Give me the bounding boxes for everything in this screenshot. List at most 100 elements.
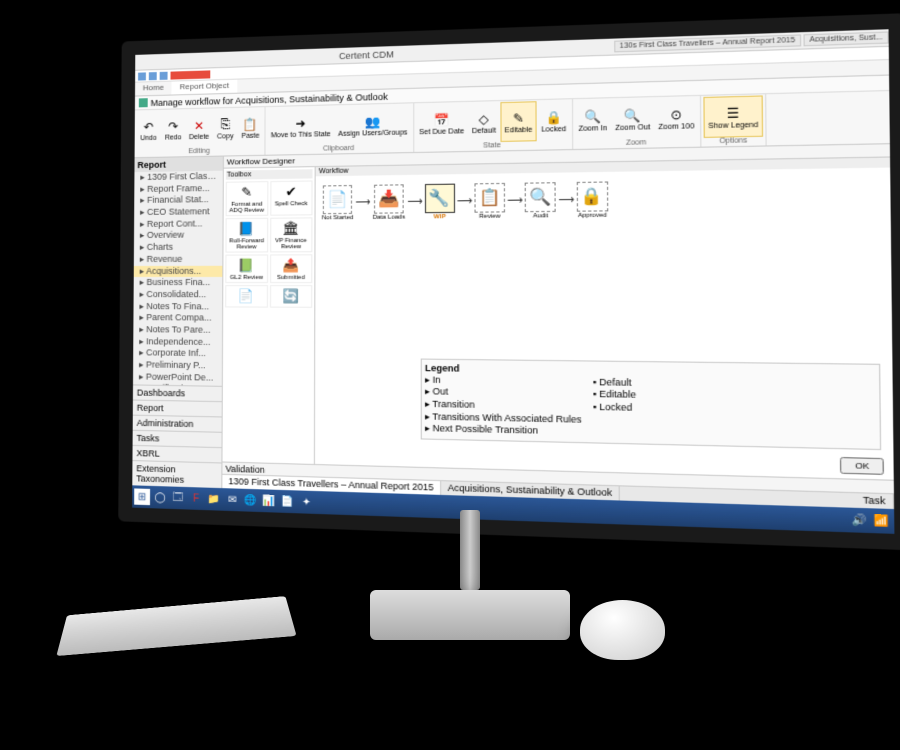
qat-icon[interactable] (160, 71, 168, 79)
tree-item[interactable]: ▸ Notes To Fina... (133, 301, 222, 313)
workflow-icon (139, 98, 148, 107)
tree-item[interactable]: ▸ Consolidated... (134, 289, 223, 301)
show-legend-button[interactable]: ☰Show Legend (703, 95, 762, 138)
locked-button[interactable]: 🔒Locked (538, 100, 570, 141)
transition-arrow: ⟶ (356, 197, 371, 209)
toolbox-item[interactable]: 🔄 (269, 285, 312, 308)
state-icon: 📋 (475, 183, 506, 213)
tree-item[interactable]: ▸ 1309 First Class Tr... (134, 171, 222, 184)
toolbox-item[interactable]: 📘Roll-Forward Review (225, 218, 267, 253)
toolbox-icon: 🔄 (282, 287, 301, 306)
tree-item[interactable]: ▸ Acquisitions... (134, 265, 223, 277)
tree-item[interactable]: ▸ Report Frame... (134, 182, 222, 195)
editable-button[interactable]: ✎Editable (500, 101, 537, 142)
toolbox-icon: 📘 (237, 220, 255, 238)
start-button[interactable]: ⊞ (134, 488, 150, 505)
legend-icon: ☰ (724, 104, 743, 122)
lock-icon: 🔒 (545, 108, 563, 125)
paste-button[interactable]: 📋Paste (238, 108, 262, 147)
nav-header: Report (134, 157, 222, 173)
ribbon-tab-report-object[interactable]: Report Object (172, 80, 237, 95)
delete-button[interactable]: ✕Delete (186, 109, 212, 148)
move-icon: ➜ (292, 115, 309, 132)
document-tab[interactable]: Acquisitions, Sust... (803, 31, 888, 46)
tree-item[interactable]: ▸ Notes To Pare... (133, 324, 222, 336)
workflow-state[interactable]: 📥Data Loads (373, 184, 405, 221)
tree-item[interactable]: ▸ Financial Stat... (134, 194, 222, 207)
tree-item[interactable]: ▸ CEO Statement (134, 206, 223, 219)
tree-item[interactable]: ▸ Business Fina... (134, 277, 223, 289)
state-icon: 📄 (323, 185, 352, 214)
qat-icon[interactable] (149, 72, 157, 80)
ok-button[interactable]: OK (840, 457, 883, 475)
taskbar-icon[interactable]: 🗔 (170, 490, 186, 507)
redo-button[interactable]: ↷Redo (161, 110, 185, 149)
taskbar-icon[interactable]: 📁 (206, 491, 222, 508)
toolbox-item[interactable]: 📗GL2 Review (225, 254, 267, 283)
workflow-state[interactable]: 🔍Audit (525, 182, 556, 219)
tree-item[interactable]: ▸ Charts (134, 242, 223, 254)
tree-item[interactable]: ▸ Parent Compa... (133, 312, 222, 324)
ribbon-tab-home[interactable]: Home (135, 82, 172, 96)
qat-highlight[interactable] (170, 70, 210, 79)
transition-arrow: ⟶ (407, 197, 422, 209)
zoom-in-icon: 🔍 (584, 108, 602, 125)
state-icon: 🔍 (525, 182, 556, 212)
default-icon: ◇ (475, 110, 492, 127)
nav-section[interactable]: Extension Taxonomies (132, 460, 221, 488)
undo-button[interactable]: ↶Undo (137, 111, 161, 149)
toolbox-icon: 📗 (237, 257, 255, 275)
toolbox-item[interactable]: 📄 (225, 285, 267, 308)
transition-arrow: ⟶ (507, 195, 523, 207)
qat-icon[interactable] (138, 72, 146, 80)
nav-section[interactable]: Report (133, 400, 222, 417)
taskbar-icon[interactable]: F (188, 490, 204, 507)
edit-icon: ✎ (510, 109, 528, 126)
tree-item[interactable]: ▸ Corporate Inf... (133, 348, 222, 361)
toolbox-item[interactable]: ✔Spell Check (270, 180, 313, 215)
report-tree[interactable]: ▸ 1309 First Class Tr...▸ Report Frame..… (133, 171, 223, 386)
workflow-state[interactable]: 📋Review (475, 183, 506, 220)
mouse (580, 600, 665, 660)
default-button[interactable]: ◇Default (469, 102, 500, 142)
taskbar-icon[interactable]: 🌐 (243, 492, 259, 509)
move-state-button[interactable]: ➜Move to This State (268, 106, 334, 146)
workflow-canvas[interactable]: Workflow 📄Not Started⟶📥Data Loads⟶🔧WIP⟶📋… (315, 158, 894, 480)
tree-item[interactable]: ▸ Report Cont... (134, 218, 223, 230)
taskbar-icon[interactable]: ✉ (224, 491, 240, 508)
taskbar-icon[interactable]: 📄 (280, 493, 297, 510)
toolbox-item[interactable]: ✎Format and ADQ Review (226, 181, 268, 216)
undo-icon: ↶ (141, 118, 157, 134)
tray-icon[interactable]: 🔊 (850, 511, 870, 530)
state-icon: 🔒 (576, 181, 608, 211)
tree-item[interactable]: ▸ Independence... (133, 336, 222, 349)
tree-item[interactable]: ▸ Revenue (134, 253, 223, 265)
tree-item[interactable]: ▸ Preliminary P... (133, 359, 222, 372)
taskbar-icon[interactable]: ◯ (152, 489, 168, 506)
users-icon: 👥 (364, 113, 381, 130)
zoom-in-button[interactable]: 🔍Zoom In (575, 99, 611, 140)
taskbar-icon[interactable]: 📊 (261, 492, 278, 509)
assign-button[interactable]: 👥Assign Users/Groups (335, 104, 411, 145)
taskbar-icon[interactable]: ✦ (298, 494, 315, 511)
toolbox: Toolbox ✎Format and ADQ Review✔Spell Che… (222, 167, 315, 464)
nav-section[interactable]: Dashboards (133, 384, 222, 401)
left-nav: Report ▸ 1309 First Class Tr...▸ Report … (132, 157, 224, 489)
redo-icon: ↷ (165, 118, 181, 134)
zoom-100-button[interactable]: ⊙Zoom 100 (655, 97, 698, 139)
toolbox-item[interactable]: 📤Submitted (270, 254, 313, 283)
toolbox-icon: 📄 (237, 287, 255, 305)
zoom-out-button[interactable]: 🔍Zoom Out (612, 98, 654, 140)
tray-icon[interactable]: 📶 (872, 512, 892, 531)
toolbox-icon: 📤 (282, 256, 301, 274)
toolbox-icon: ✎ (238, 183, 256, 201)
workflow-state[interactable]: 🔒Approved (576, 181, 608, 219)
workflow-state[interactable]: 📄Not Started (322, 185, 354, 221)
toolbox-item[interactable]: 🏛VP Finance Review (270, 217, 313, 252)
monitor-stand (360, 510, 580, 650)
copy-button[interactable]: ⎘Copy (213, 109, 237, 148)
tree-item[interactable]: ▸ Overview (134, 230, 223, 242)
workflow-state[interactable]: 🔧WIP (425, 184, 455, 221)
set-due-button[interactable]: 📅Set Due Date (416, 103, 468, 144)
copy-icon: ⎘ (217, 116, 233, 132)
